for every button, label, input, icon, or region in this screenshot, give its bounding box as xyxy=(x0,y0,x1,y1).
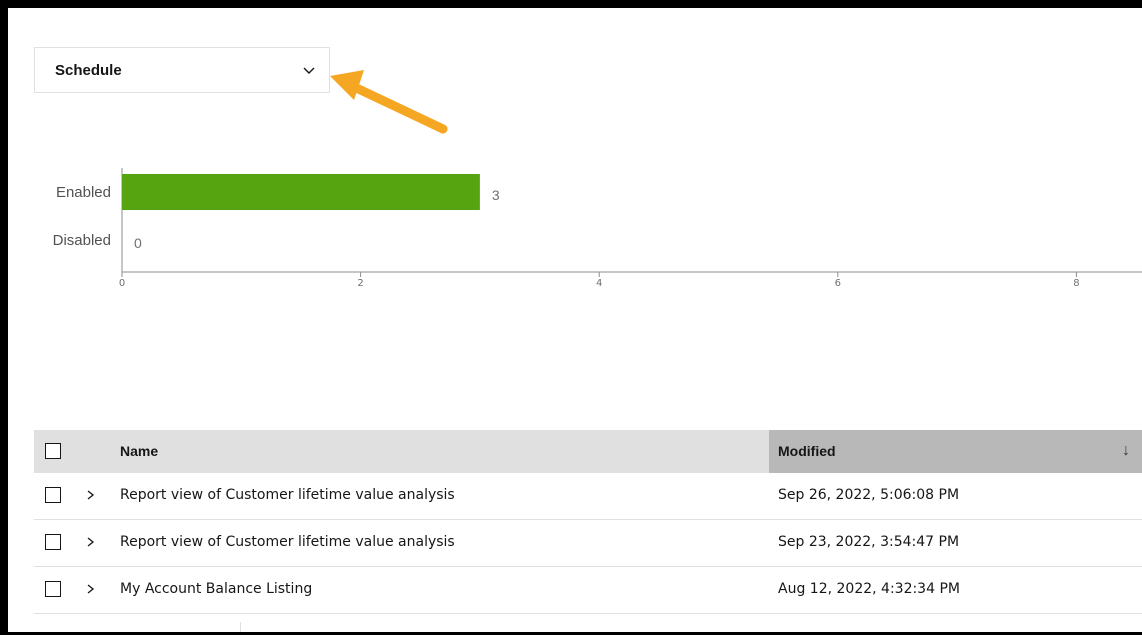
row-modified: Sep 23, 2022, 3:54:47 PM xyxy=(778,534,960,550)
category-label-disabled: Disabled xyxy=(52,232,111,249)
footer-divider xyxy=(240,622,241,632)
table-row[interactable]: Report view of Customer lifetime value a… xyxy=(34,520,1142,567)
column-header-modified-label: Modified xyxy=(778,443,836,459)
chevron-down-icon xyxy=(303,67,315,74)
value-label-disabled: 0 xyxy=(134,235,142,251)
x-tick-label: 6 xyxy=(834,278,841,289)
chevron-right-icon[interactable] xyxy=(84,487,98,503)
bar-enabled[interactable] xyxy=(122,174,480,210)
schedule-dropdown[interactable]: Schedule xyxy=(34,47,330,93)
chart-plot xyxy=(121,168,1142,277)
table-body: Report view of Customer lifetime value a… xyxy=(34,473,1142,614)
table-header: Name Modified ↓ xyxy=(34,430,1142,473)
data-table: Name Modified ↓ Report view of Customer … xyxy=(34,430,1142,614)
value-label-enabled: 3 xyxy=(491,187,500,203)
x-tick-label: 8 xyxy=(1073,278,1080,289)
annotation-arrow-icon xyxy=(330,70,448,134)
category-label-enabled: Enabled xyxy=(55,184,111,201)
x-tick-label: 0 xyxy=(118,278,126,289)
select-all-checkbox[interactable] xyxy=(45,443,61,459)
row-checkbox[interactable] xyxy=(45,581,61,597)
row-name[interactable]: Report view of Customer lifetime value a… xyxy=(120,534,455,550)
dropdown-label: Schedule xyxy=(55,62,122,79)
x-tick-label: 2 xyxy=(357,278,364,289)
row-name[interactable]: My Account Balance Listing xyxy=(120,581,312,597)
table-row[interactable]: Report view of Customer lifetime value a… xyxy=(34,473,1142,520)
row-checkbox[interactable] xyxy=(45,534,61,550)
row-checkbox[interactable] xyxy=(45,487,61,503)
table-row[interactable]: My Account Balance Listing Aug 12, 2022, … xyxy=(34,567,1142,614)
x-tick-label: 4 xyxy=(596,278,603,289)
chevron-right-icon[interactable] xyxy=(84,534,98,550)
chevron-right-icon[interactable] xyxy=(84,581,98,597)
column-header-modified[interactable]: Modified ↓ xyxy=(769,430,1142,473)
row-modified: Sep 26, 2022, 5:06:08 PM xyxy=(778,487,960,503)
canvas: Schedule Enabled 3 Disabled 0 0 2 4 6 8 Name Mod… xyxy=(8,8,1142,632)
sort-arrow-down-icon[interactable]: ↓ xyxy=(1122,442,1130,460)
column-header-name[interactable]: Name xyxy=(120,443,158,459)
row-modified: Aug 12, 2022, 4:32:34 PM xyxy=(778,581,960,597)
bar-chart: Enabled 3 Disabled 0 0 2 4 6 8 xyxy=(8,158,1142,298)
row-name[interactable]: Report view of Customer lifetime value a… xyxy=(120,487,455,503)
